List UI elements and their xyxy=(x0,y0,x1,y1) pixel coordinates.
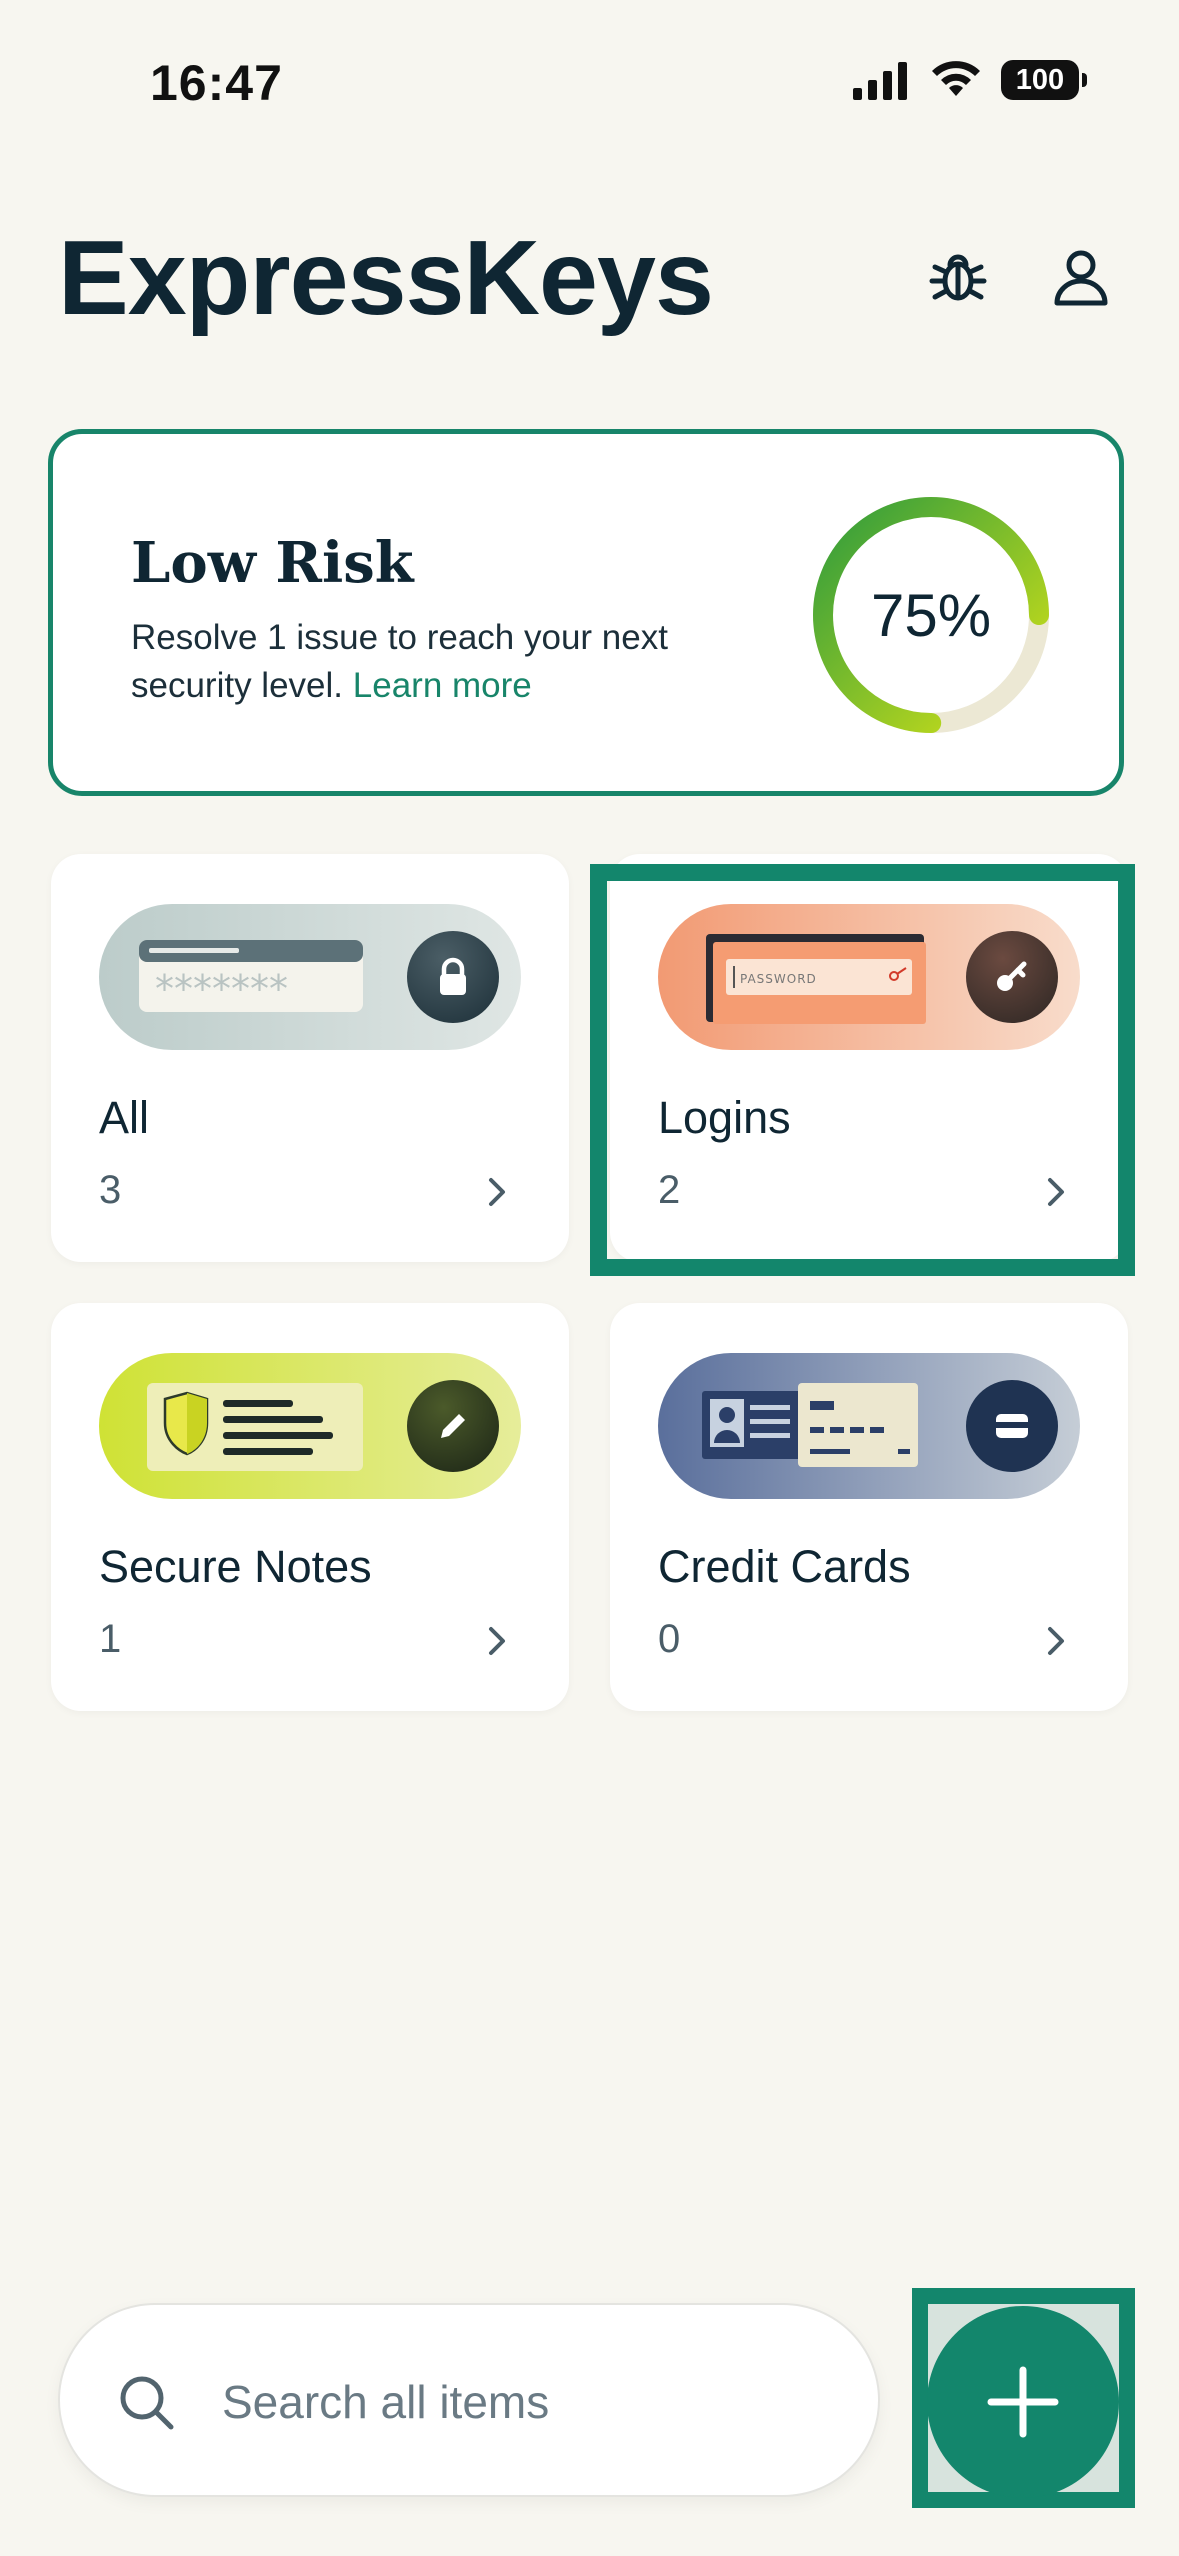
risk-level-title: Low Risk xyxy=(131,530,414,596)
app-title: ExpressKeys xyxy=(58,219,714,337)
category-label: Credit Cards xyxy=(658,1541,911,1592)
chevron-right-icon xyxy=(489,1627,505,1655)
bug-icon[interactable] xyxy=(926,245,990,309)
note-illustration xyxy=(147,1383,363,1471)
add-item-button[interactable] xyxy=(927,2306,1119,2498)
credit-cards-illustration xyxy=(658,1353,1080,1499)
pencil-icon xyxy=(407,1380,499,1472)
status-icons: 100 xyxy=(851,60,1087,100)
category-tile-logins[interactable]: PASSWORD Logins 2 xyxy=(610,854,1128,1262)
lock-icon xyxy=(407,931,499,1023)
wifi-icon xyxy=(932,61,980,96)
chevron-right-icon xyxy=(1048,1178,1064,1206)
category-tile-credit-cards[interactable]: Credit Cards 0 xyxy=(610,1303,1128,1711)
user-icon[interactable] xyxy=(1049,245,1113,309)
security-risk-card[interactable]: Low Risk Resolve 1 issue to reach your n… xyxy=(48,429,1124,796)
category-tile-all[interactable]: ******* All 3 xyxy=(51,854,569,1262)
key-icon xyxy=(966,931,1058,1023)
search-icon xyxy=(120,2376,174,2430)
battery-indicator: 100 xyxy=(1001,60,1087,100)
category-label: All xyxy=(99,1092,150,1143)
security-score-value: 75% xyxy=(870,581,992,649)
card-icon xyxy=(966,1380,1058,1472)
id-card-illustration xyxy=(702,1383,918,1467)
category-count: 0 xyxy=(658,1617,681,1661)
chevron-right-icon xyxy=(489,1178,505,1206)
login-card-illustration: PASSWORD xyxy=(706,934,926,1024)
security-score-gauge: 75% xyxy=(810,494,1052,736)
category-count: 1 xyxy=(99,1617,122,1661)
search-bar[interactable]: Search all items xyxy=(60,2305,878,2495)
category-label: Secure Notes xyxy=(99,1541,372,1592)
plus-icon xyxy=(987,2366,1059,2438)
secure-notes-illustration xyxy=(99,1353,521,1499)
logins-illustration: PASSWORD xyxy=(658,904,1080,1050)
status-bar: 16:47 100 xyxy=(0,0,1179,170)
status-time: 16:47 xyxy=(150,55,283,111)
learn-more-link[interactable]: Learn more xyxy=(353,666,532,705)
password-placeholder: PASSWORD xyxy=(740,972,817,986)
password-field-illustration: ******* xyxy=(139,940,363,1012)
category-label: Logins xyxy=(658,1092,791,1143)
search-input[interactable]: Search all items xyxy=(222,2375,549,2429)
risk-description: Resolve 1 issue to reach your next secur… xyxy=(131,614,781,710)
chevron-right-icon xyxy=(1048,1627,1064,1655)
category-count: 3 xyxy=(99,1168,122,1212)
cellular-signal-icon xyxy=(853,62,907,100)
category-tile-secure-notes[interactable]: Secure Notes 1 xyxy=(51,1303,569,1711)
category-count: 2 xyxy=(658,1168,681,1212)
battery-level: 100 xyxy=(1015,63,1065,96)
all-illustration: ******* xyxy=(99,904,521,1050)
add-button-highlight xyxy=(912,2288,1135,2508)
svg-text:*******: ******* xyxy=(155,967,288,1011)
